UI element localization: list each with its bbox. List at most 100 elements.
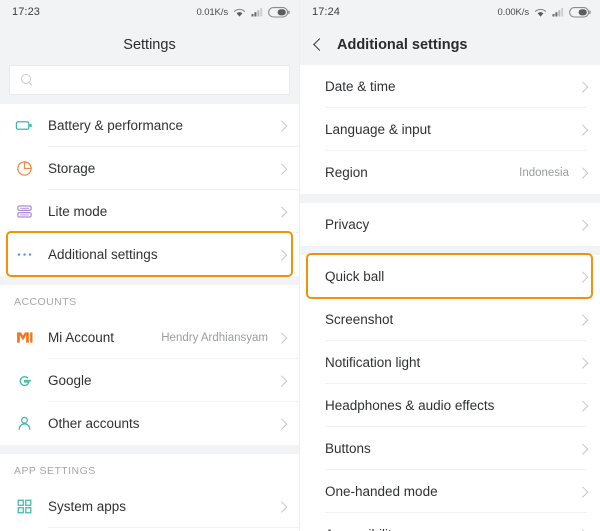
chevron-right-icon xyxy=(578,315,587,324)
list-item-label: Mi Account xyxy=(48,330,115,345)
list-item[interactable]: System apps xyxy=(0,485,299,528)
chevron-right-icon xyxy=(277,207,286,216)
mi-logo-icon xyxy=(0,328,48,347)
status-clock: 17:24 xyxy=(312,6,341,18)
chevron-right-icon xyxy=(578,358,587,367)
section-gap xyxy=(300,194,600,203)
status-indicators: 0.01K/s xyxy=(196,7,290,18)
page-title: Settings xyxy=(123,36,176,53)
list-item[interactable]: Accessibility xyxy=(300,513,600,531)
chevron-right-icon xyxy=(277,121,286,130)
chevron-right-icon xyxy=(578,444,587,453)
chevron-right-icon xyxy=(277,502,286,511)
list-item[interactable]: Quick ball xyxy=(300,255,600,298)
list-item[interactable]: Screenshot xyxy=(300,298,600,341)
status-bar-left: 17:23 0.01K/s xyxy=(0,0,299,24)
list-item-label: Notification light xyxy=(325,355,421,370)
battery-icon xyxy=(569,6,591,18)
wifi-icon xyxy=(233,7,246,18)
list-item-label: Additional settings xyxy=(48,247,158,262)
list-item-label: Other accounts xyxy=(48,416,140,431)
chevron-right-icon xyxy=(578,168,587,177)
list-item[interactable]: Notification light xyxy=(300,341,600,384)
list-item-label: One-handed mode xyxy=(325,484,438,499)
list-item[interactable]: Other accounts xyxy=(0,402,299,445)
search-bar-container xyxy=(0,65,299,104)
lite-mode-icon xyxy=(0,202,48,221)
chevron-right-icon xyxy=(578,125,587,134)
storage-pie-icon xyxy=(0,159,48,178)
wifi-icon xyxy=(534,7,547,18)
status-bar-right: 17:24 0.00K/s xyxy=(300,0,600,24)
dual-screenshot-container: 17:23 0.01K/s Settings Battery & perform… xyxy=(0,0,600,531)
settings-title-bar: Settings xyxy=(0,24,299,65)
chevron-right-icon xyxy=(578,487,587,496)
chevron-right-icon xyxy=(578,272,587,281)
section-header: APP SETTINGS xyxy=(0,454,299,485)
list-item[interactable]: Mi Account Hendry Ardhiansyam xyxy=(0,316,299,359)
list-item[interactable]: Storage xyxy=(0,147,299,190)
signal-icon xyxy=(552,7,564,17)
section-gap xyxy=(0,445,299,454)
list-item-label: Region xyxy=(325,165,368,180)
battery-icon xyxy=(268,6,290,18)
chevron-right-icon xyxy=(578,401,587,410)
list-item[interactable]: Google xyxy=(0,359,299,402)
status-indicators: 0.00K/s xyxy=(497,7,591,18)
grid-apps-icon xyxy=(0,497,48,516)
list-item-label: System apps xyxy=(48,499,127,514)
list-item[interactable]: Additional settings xyxy=(0,233,299,276)
settings-list: Battery & performance Storage Lite mode Add… xyxy=(0,104,299,531)
search-icon xyxy=(21,74,33,86)
more-dots-icon xyxy=(0,245,48,264)
search-input[interactable] xyxy=(41,73,241,87)
page-title: Additional settings xyxy=(337,36,468,53)
chevron-right-icon xyxy=(277,419,286,428)
signal-icon xyxy=(251,7,263,17)
list-item-label: Battery & performance xyxy=(48,118,184,133)
list-item-label: Google xyxy=(48,373,92,388)
list-item-label: Date & time xyxy=(325,79,396,94)
list-item[interactable]: Battery & performance xyxy=(0,104,299,147)
chevron-right-icon xyxy=(277,250,286,259)
additional-settings-list: Date & time Language & input Region Indones… xyxy=(300,65,600,531)
list-item[interactable]: Lite mode xyxy=(0,190,299,233)
additional-settings-title-bar: Additional settings xyxy=(300,24,600,65)
list-item[interactable]: Privacy xyxy=(300,203,600,246)
list-item-label: Headphones & audio effects xyxy=(325,398,495,413)
list-item[interactable]: Language & input xyxy=(300,108,600,151)
search-box[interactable] xyxy=(9,65,290,95)
list-item[interactable]: Buttons xyxy=(300,427,600,470)
chevron-right-icon xyxy=(578,82,587,91)
section-gap xyxy=(300,246,600,255)
list-item-label: Lite mode xyxy=(48,204,108,219)
section-gap xyxy=(0,276,299,285)
settings-screen: 17:23 0.01K/s Settings Battery & perform… xyxy=(0,0,300,531)
list-item[interactable]: Region Indonesia xyxy=(300,151,600,194)
google-g-icon xyxy=(0,371,48,390)
status-clock: 17:23 xyxy=(12,6,41,18)
list-item-value: Hendry Ardhiansyam xyxy=(161,331,268,344)
chevron-right-icon xyxy=(277,164,286,173)
section-header: ACCOUNTS xyxy=(0,285,299,316)
chevron-right-icon xyxy=(578,220,587,229)
list-item[interactable]: Headphones & audio effects xyxy=(300,384,600,427)
list-item-label: Accessibility xyxy=(325,527,399,531)
chevron-right-icon xyxy=(277,376,286,385)
person-icon xyxy=(0,414,48,433)
list-item-label: Screenshot xyxy=(325,312,394,327)
list-item-label: Privacy xyxy=(325,217,370,232)
battery-performance-icon xyxy=(0,116,48,135)
network-speed-label: 0.01K/s xyxy=(196,6,228,18)
additional-settings-screen: 17:24 0.00K/s Additional settings Date &… xyxy=(300,0,600,531)
list-item[interactable]: Date & time xyxy=(300,65,600,108)
list-item-label: Quick ball xyxy=(325,269,385,284)
network-speed-label: 0.00K/s xyxy=(497,6,529,18)
list-item-label: Buttons xyxy=(325,441,371,456)
chevron-right-icon xyxy=(277,333,286,342)
back-chevron-icon[interactable] xyxy=(311,38,325,52)
list-item-label: Language & input xyxy=(325,122,431,137)
list-item-label: Storage xyxy=(48,161,96,176)
list-item[interactable]: One-handed mode xyxy=(300,470,600,513)
list-item-value: Indonesia xyxy=(519,166,569,179)
